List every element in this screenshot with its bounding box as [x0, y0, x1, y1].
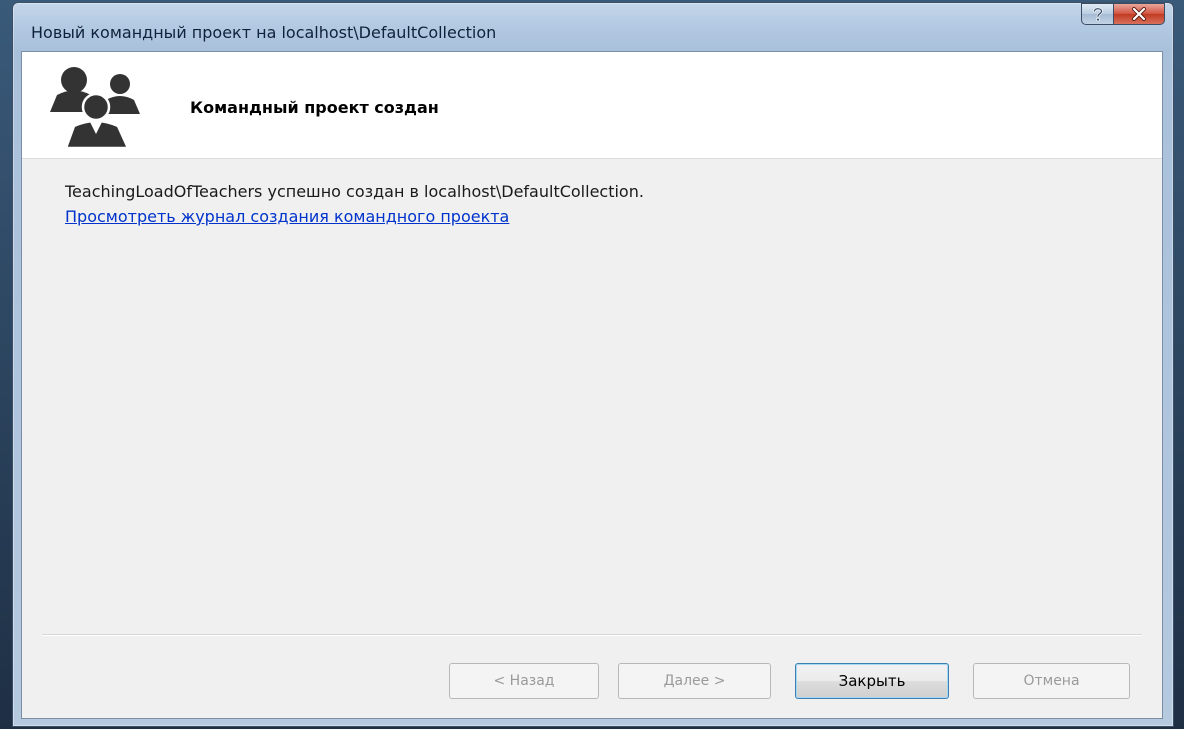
close-button[interactable]: Закрыть: [795, 663, 949, 699]
new-team-project-dialog: Новый командный проект на localhost\Defa…: [12, 2, 1174, 727]
close-x-icon: [1132, 7, 1146, 21]
question-mark-icon: [1092, 7, 1103, 22]
caption-buttons: [1081, 3, 1165, 25]
title-bar[interactable]: Новый командный проект на localhost\Defa…: [13, 3, 1173, 51]
back-button[interactable]: < Назад: [449, 663, 599, 699]
success-message: TeachingLoadOfTeachers успешно создан в …: [65, 182, 644, 201]
view-creation-log-link[interactable]: Просмотреть журнал создания командного п…: [65, 207, 509, 226]
footer-separator: [42, 634, 1142, 636]
header-title: Командный проект создан: [190, 98, 439, 117]
wizard-header: Командный проект создан: [22, 52, 1162, 159]
window-close-button[interactable]: [1113, 3, 1165, 25]
next-button[interactable]: Далее >: [618, 663, 771, 699]
window-title: Новый командный проект на localhost\Defa…: [31, 23, 497, 42]
cancel-button[interactable]: Отмена: [973, 663, 1130, 699]
dialog-body: Командный проект создан TeachingLoadOfTe…: [21, 51, 1163, 719]
help-button[interactable]: [1081, 3, 1113, 25]
team-people-icon: [50, 67, 140, 148]
